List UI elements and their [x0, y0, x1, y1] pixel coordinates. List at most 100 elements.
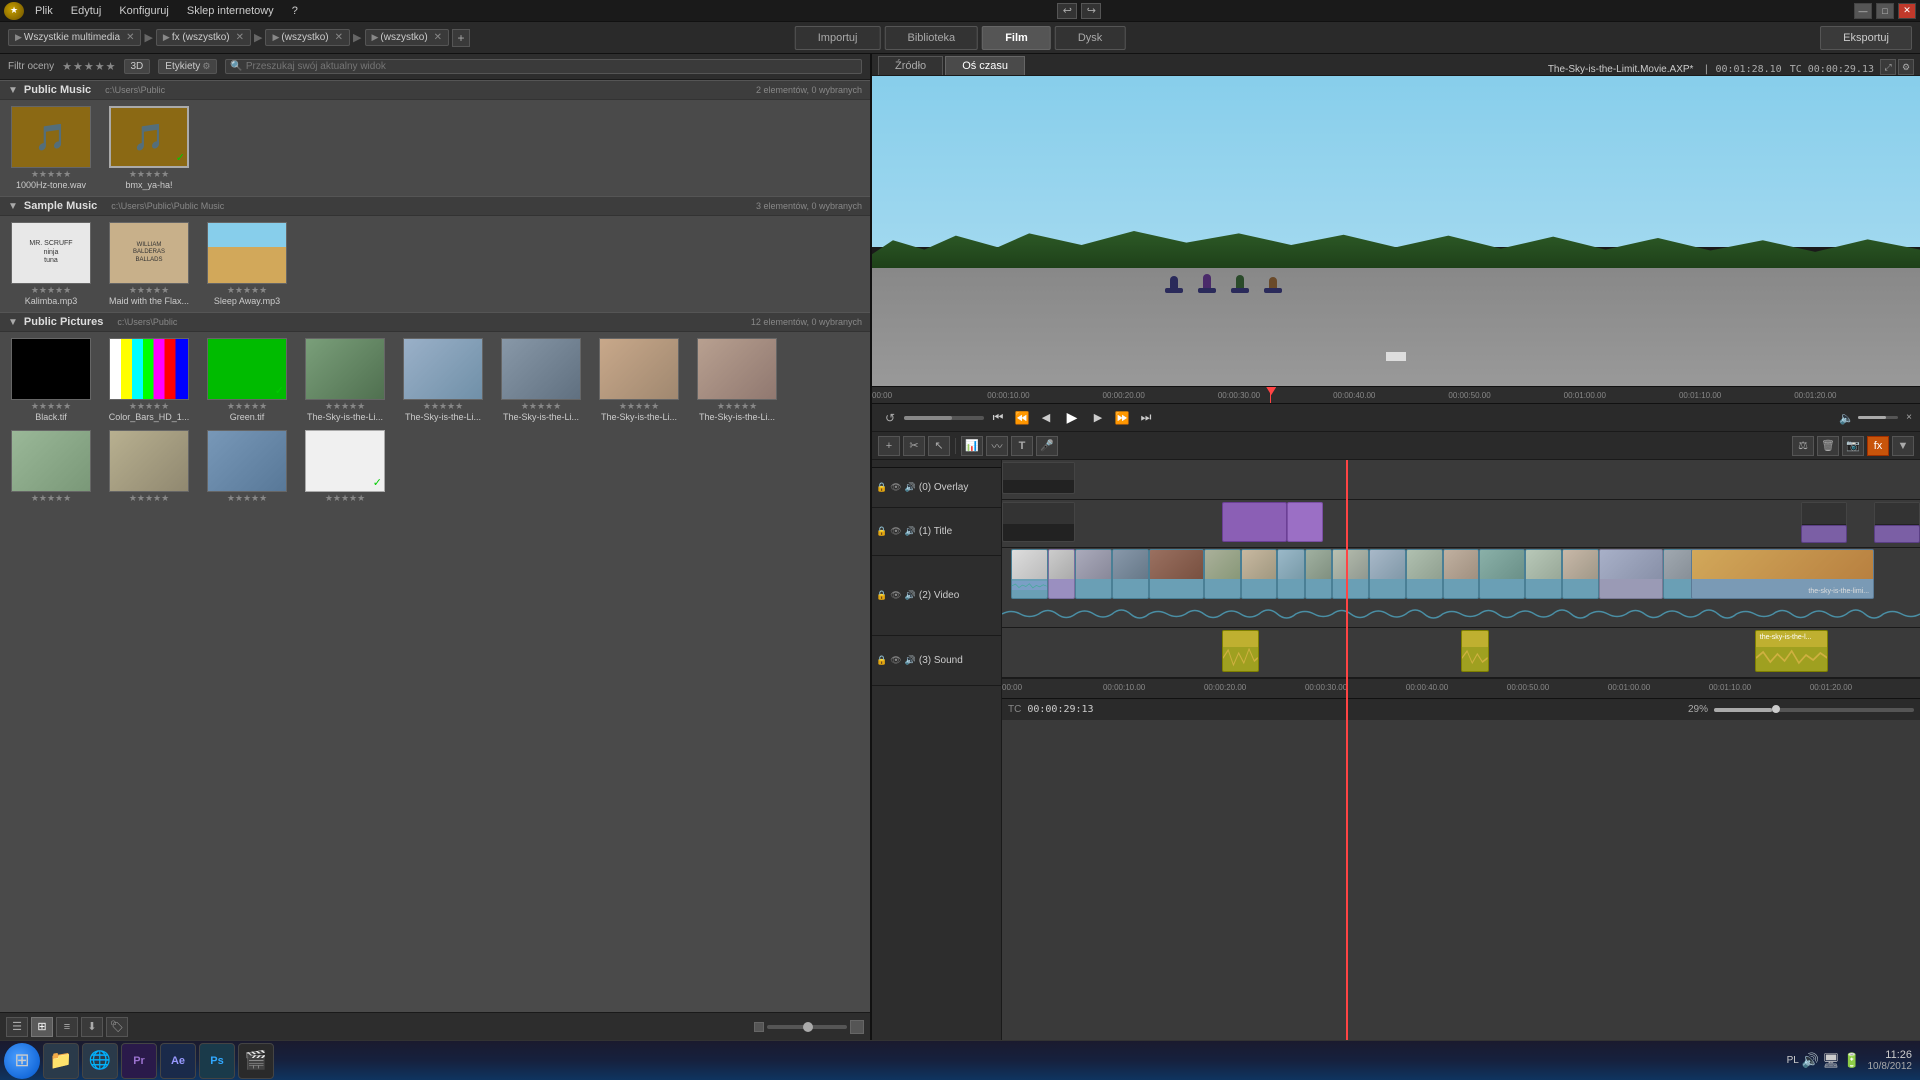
media-item-maid[interactable]: WILLIAMBALDERASBALLADS ★★★★★ Maid with t…: [104, 222, 194, 306]
preview-settings-btn[interactable]: ⚙: [1898, 59, 1914, 75]
zoom-slider-knob[interactable]: [1772, 705, 1780, 713]
media-item-sky6[interactable]: ★★★★★ The-Sky-is-the-Li...: [496, 338, 586, 422]
menu-edytuj[interactable]: Edytuj: [64, 3, 109, 19]
undo-btn[interactable]: ↩: [1057, 3, 1077, 19]
thumb-size-slider[interactable]: [803, 1022, 813, 1032]
pb-frame-fwd[interactable]: ▶: [1088, 408, 1108, 428]
tl-normalize[interactable]: ⚖: [1792, 436, 1814, 456]
taskbar-ae[interactable]: Ae: [160, 1043, 196, 1079]
tl-histogram[interactable]: 📊: [961, 436, 983, 456]
clip-video-4[interactable]: [1112, 549, 1149, 599]
clip-video-3[interactable]: [1075, 549, 1112, 599]
media-item-sky4[interactable]: ★★★★★ The-Sky-is-the-Li...: [300, 338, 390, 422]
track-vol-title[interactable]: 🔊: [905, 526, 916, 537]
media-item-sky7[interactable]: ★★★★★ The-Sky-is-the-Li...: [594, 338, 684, 422]
pb-play[interactable]: ▶: [1060, 406, 1084, 430]
star-2[interactable]: ★: [73, 60, 83, 73]
tab-library[interactable]: Biblioteka: [884, 26, 978, 50]
pb-vol-icon[interactable]: 🔈: [1839, 411, 1854, 425]
win-minimize[interactable]: —: [1854, 3, 1872, 19]
clip-video-16[interactable]: [1562, 549, 1599, 599]
export-btn[interactable]: Eksportuj: [1820, 26, 1912, 50]
media-item-sky11[interactable]: ★★★★★: [202, 430, 292, 504]
clip-video-17[interactable]: [1599, 549, 1663, 599]
tab-disk[interactable]: Dysk: [1055, 26, 1125, 50]
clip-video-10[interactable]: [1332, 549, 1369, 599]
media-item-white[interactable]: ✓ ★★★★★: [300, 430, 390, 504]
preview-expand-btn[interactable]: ⤢: [1880, 59, 1896, 75]
filter-3d-btn[interactable]: 3D: [124, 59, 151, 74]
track-eye-sound[interactable]: 👁: [890, 655, 901, 666]
menu-sklep[interactable]: Sklep internetowy: [180, 3, 281, 19]
media-item-green[interactable]: ✓ ★★★★★ Green.tif: [202, 338, 292, 422]
tl-delete[interactable]: 🗑: [1817, 436, 1839, 456]
clip-title-purple2[interactable]: [1287, 502, 1324, 542]
clip-sound-end[interactable]: the-sky-is-the-l...: [1755, 630, 1828, 672]
tab-import[interactable]: Importuj: [795, 26, 881, 50]
media-item-sleep[interactable]: ★★★★★ Sleep Away.mp3: [202, 222, 292, 306]
taskbar-vol-icon[interactable]: 🔊: [1802, 1052, 1819, 1069]
pb-goto-start[interactable]: ⏮: [988, 408, 1008, 428]
track-eye-video[interactable]: 👁: [890, 590, 901, 601]
taskbar-battery-icon[interactable]: 🔋: [1843, 1052, 1860, 1069]
tb-list-view[interactable]: ≡: [56, 1017, 78, 1037]
clip-video-2[interactable]: [1048, 549, 1076, 599]
clip-video-12[interactable]: [1406, 549, 1443, 599]
star-1[interactable]: ★: [62, 60, 72, 73]
tl-fx-active[interactable]: fx: [1867, 436, 1889, 456]
tl-more[interactable]: ▼: [1892, 436, 1914, 456]
tab-timeline[interactable]: Oś czasu: [945, 56, 1025, 75]
menu-help[interactable]: ?: [285, 3, 305, 19]
tl-scissors[interactable]: ✂: [903, 436, 925, 456]
tb-toggle-panels[interactable]: ☰: [6, 1017, 28, 1037]
menu-konfiguruj[interactable]: Konfiguruj: [112, 3, 176, 19]
track-vol-overlay[interactable]: 🔊: [905, 482, 916, 493]
breadcrumb-add[interactable]: +: [452, 29, 470, 47]
media-item-kalimba[interactable]: MR. SCRUFFninjatuna ★★★★★ Kalimba.mp3: [6, 222, 96, 306]
clip-video-15[interactable]: [1525, 549, 1562, 599]
taskbar-explorer[interactable]: 📁: [43, 1043, 79, 1079]
redo-btn[interactable]: ↪: [1081, 3, 1101, 19]
search-input[interactable]: [246, 61, 857, 72]
media-item-colorbars[interactable]: ★★★★★ Color_Bars_HD_1...: [104, 338, 194, 422]
pb-frame-back[interactable]: ◀: [1036, 408, 1056, 428]
star-4[interactable]: ★: [95, 60, 105, 73]
breadcrumb-all-media[interactable]: ▶ Wszystkie multimedia ✕: [8, 29, 141, 46]
taskbar-app6[interactable]: 🎬: [238, 1043, 274, 1079]
taskbar-network-icon[interactable]: 🖥: [1822, 1052, 1840, 1069]
menu-plik[interactable]: Plik: [28, 3, 60, 19]
clip-title-black1[interactable]: [1002, 502, 1075, 542]
pb-loop[interactable]: ↺: [880, 408, 900, 428]
tab-source[interactable]: Źródło: [878, 56, 943, 75]
taskbar-start-btn[interactable]: ⊞: [4, 1043, 40, 1079]
pb-step-back[interactable]: ⏪: [1012, 408, 1032, 428]
clip-video-5[interactable]: [1149, 549, 1204, 599]
tl-camera[interactable]: 📷: [1842, 436, 1864, 456]
clip-video-main[interactable]: the-sky-is-the-limi...: [1691, 549, 1875, 599]
media-item-bmx[interactable]: 🎵 ✓ ★★★★★ bmx_ya-ha!: [104, 106, 194, 190]
tl-arrow[interactable]: ↖: [928, 436, 950, 456]
clip-sound-1[interactable]: [1222, 630, 1259, 672]
pb-step-fwd[interactable]: ⏩: [1112, 408, 1132, 428]
media-item-1000hz[interactable]: 🎵 ★★★★★ 1000Hz-tone.wav: [6, 106, 96, 190]
taskbar-ps[interactable]: Ps: [199, 1043, 235, 1079]
tb-grid-view[interactable]: ⊞: [31, 1017, 53, 1037]
clip-video-9[interactable]: [1305, 549, 1333, 599]
taskbar-premiere[interactable]: Pr: [121, 1043, 157, 1079]
star-3[interactable]: ★: [84, 60, 94, 73]
breadcrumb-all1[interactable]: ▶ (wszystko) ✕: [265, 29, 350, 46]
taskbar-chrome[interactable]: 🌐: [82, 1043, 118, 1079]
win-maximize[interactable]: □: [1876, 3, 1894, 19]
track-vol-video[interactable]: 🔊: [905, 590, 916, 601]
track-eye-title[interactable]: 👁: [890, 526, 901, 537]
clip-sound-2[interactable]: [1461, 630, 1489, 672]
filter-tags-btn[interactable]: Etykiety ⚙: [158, 59, 217, 74]
clip-video-6[interactable]: [1204, 549, 1241, 599]
pb-mute[interactable]: ×: [1906, 412, 1912, 423]
media-item-sky8[interactable]: ★★★★★ The-Sky-is-the-Li...: [692, 338, 782, 422]
media-item-sky9[interactable]: ★★★★★: [6, 430, 96, 504]
media-item-sky5[interactable]: ★★★★★ The-Sky-is-the-Li...: [398, 338, 488, 422]
tab-film[interactable]: Film: [982, 26, 1051, 50]
breadcrumb-all2[interactable]: ▶ (wszystko) ✕: [365, 29, 450, 46]
clip-video-14[interactable]: [1479, 549, 1525, 599]
